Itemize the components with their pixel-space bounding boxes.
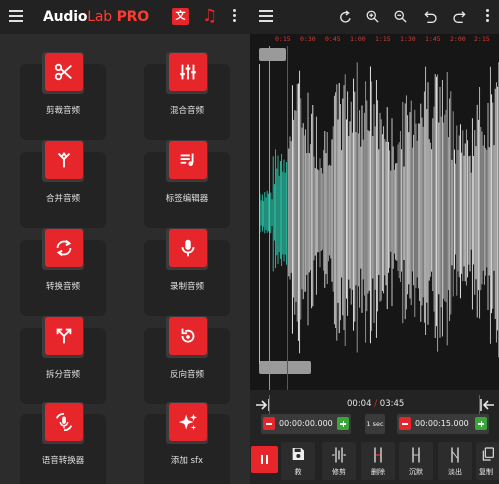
rotate-icon[interactable] [338, 9, 354, 25]
tool-label: 转换音频 [45, 282, 80, 292]
silence-icon [412, 447, 420, 463]
tool-add-sfx[interactable]: 添加 sfx [144, 402, 230, 484]
silence-button[interactable]: 沉默 [399, 442, 433, 480]
tool-mix-audio[interactable]: 混合音频 [144, 52, 230, 140]
tool-voice-changer[interactable]: 语音转换器 [20, 402, 106, 484]
jump-to-end-icon[interactable] [479, 398, 495, 412]
start-time-field[interactable]: 00:00:00.000 [261, 414, 351, 434]
more-icon[interactable] [233, 9, 237, 23]
increase-end-button[interactable] [475, 417, 487, 430]
tool-record-audio[interactable]: 录制音频 [144, 228, 230, 316]
tool-reverse-audio[interactable]: 反向音频 [144, 316, 230, 404]
step-selector[interactable]: 1 sec [365, 414, 385, 434]
tool-label: 拆分音频 [45, 370, 80, 380]
time-display: 00:04 / 03:45 [347, 399, 405, 409]
tool-label: 反向音频 [169, 370, 204, 380]
trim-icon [332, 447, 346, 463]
audiolab-screen: AudioLab PRO 文 ♫ 剪裁音频 混合音频 合并音频 标签编辑器 转换… [0, 0, 499, 484]
zoom-in-icon[interactable] [365, 9, 380, 24]
save-button[interactable]: 救 [281, 442, 315, 480]
pause-button[interactable] [251, 446, 278, 473]
editor-controls: 00:04 / 03:45 00:00:00.000 1 sec 00:00:1… [250, 390, 499, 484]
tool-tag-editor[interactable]: 标签编辑器 [144, 140, 230, 228]
increase-start-button[interactable] [337, 417, 349, 430]
end-time-field[interactable]: 00:00:15.000 [397, 414, 489, 434]
decrease-start-button[interactable] [263, 417, 275, 430]
tool-label: 合并音频 [45, 194, 80, 204]
playhead[interactable] [269, 46, 270, 390]
music-icon[interactable]: ♫ [202, 6, 217, 26]
microphone-icon [169, 229, 207, 267]
zoom-out-icon[interactable] [393, 9, 408, 24]
menu-icon[interactable] [9, 10, 23, 22]
trim-button[interactable]: 修剪 [322, 442, 356, 480]
selection-start-handle[interactable] [259, 48, 286, 61]
redo-icon[interactable] [452, 10, 468, 24]
tool-merge-audio[interactable]: 合并音频 [20, 140, 106, 228]
time-ruler: 0:15 0:30 0:45 1:00 1:15 1:30 1:45 2:00 … [275, 35, 490, 43]
tools-panel: AudioLab PRO 文 ♫ 剪裁音频 混合音频 合并音频 标签编辑器 转换… [0, 0, 250, 484]
selection-fields: 00:00:00.000 1 sec 00:00:15.000 [250, 414, 499, 436]
menu-icon[interactable] [259, 10, 273, 22]
tool-label: 添加 sfx [170, 456, 204, 466]
time-row: 00:04 / 03:45 [250, 394, 499, 416]
fade-out-button[interactable]: 淡出 [438, 442, 472, 480]
save-icon [292, 448, 304, 460]
copy-icon [482, 447, 494, 461]
copy-button[interactable]: 复制 [476, 442, 499, 480]
more-icon[interactable] [486, 9, 489, 24]
app-bar: AudioLab PRO 文 ♫ [0, 0, 250, 34]
merge-icon [45, 141, 83, 179]
tool-label: 语音转换器 [41, 456, 85, 466]
selection-end-handle[interactable] [259, 361, 311, 374]
delete-icon [374, 447, 382, 463]
sparkles-icon [169, 403, 207, 441]
tool-convert-audio[interactable]: 转换音频 [20, 228, 106, 316]
split-icon [45, 317, 83, 355]
reverse-icon [169, 317, 207, 355]
tool-trim-audio[interactable]: 剪裁音频 [20, 52, 106, 140]
editor-panel: 0:15 0:30 0:45 1:00 1:15 1:30 1:45 2:00 … [250, 0, 499, 484]
undo-icon[interactable] [422, 10, 438, 24]
editor-toolbar [250, 0, 499, 34]
translate-icon[interactable]: 文 [172, 8, 189, 25]
tool-label: 剪裁音频 [45, 106, 80, 116]
waveform-view[interactable]: 0:15 0:30 0:45 1:00 1:15 1:30 1:45 2:00 … [250, 34, 499, 390]
scissors-icon [45, 53, 83, 91]
fade-out-icon [451, 447, 459, 463]
tool-label: 录制音频 [169, 282, 204, 292]
tool-label: 混合音频 [169, 106, 204, 116]
delete-button[interactable]: 删除 [361, 442, 395, 480]
tag-editor-icon [169, 141, 207, 179]
selection-start-line [259, 64, 260, 364]
app-title: AudioLab PRO [43, 9, 149, 25]
mixer-icon [169, 53, 207, 91]
voice-changer-icon [45, 403, 83, 441]
tool-label: 标签编辑器 [165, 194, 209, 204]
selection-end-line [287, 46, 288, 390]
convert-icon [45, 229, 83, 267]
tool-split-audio[interactable]: 拆分音频 [20, 316, 106, 404]
decrease-end-button[interactable] [399, 417, 411, 430]
action-bar: 救 修剪 删除 沉默 淡出 复制 [250, 442, 499, 482]
